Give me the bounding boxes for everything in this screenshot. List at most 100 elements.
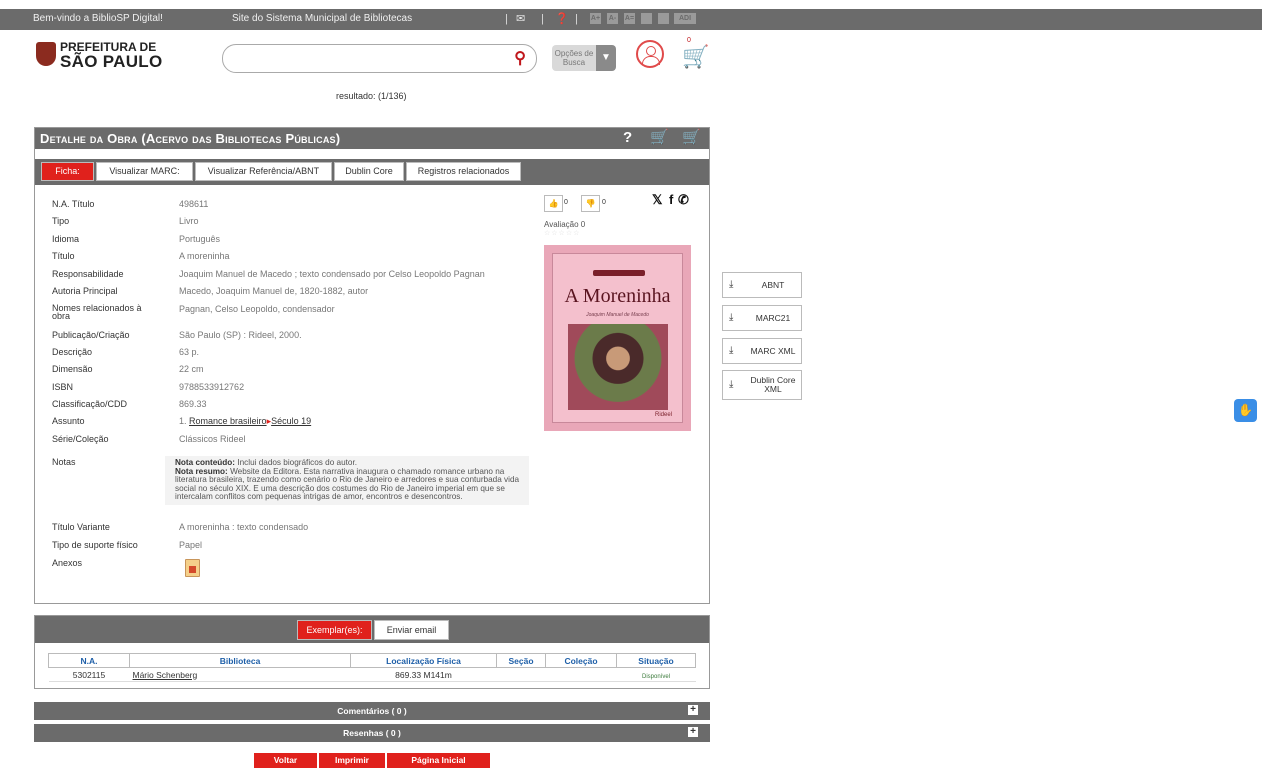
download-marc-xml-button[interactable]: ⤓ MARC XML: [722, 338, 802, 364]
mail-icon[interactable]: ✉: [516, 12, 525, 26]
chevron-down-icon: ▼: [596, 45, 616, 71]
book-cover: A Moreninha Joaquim Manuel de Macedo Rid…: [544, 245, 691, 431]
font-increase-button[interactable]: A+: [590, 13, 601, 24]
cover-author: Joaquim Manuel de Macedo: [586, 312, 649, 318]
download-icon: ⤓: [729, 379, 734, 390]
label-titulo-variante: Título Variante: [52, 522, 110, 532]
adi-button[interactable]: ADI: [674, 13, 696, 24]
search-input[interactable]: ⚲: [222, 44, 537, 73]
tab-enviar-email[interactable]: Enviar email: [374, 620, 449, 640]
label-responsabilidade: Responsabilidade: [52, 269, 124, 279]
table-header-row: N.A. Biblioteca Localização Física Seção…: [48, 653, 696, 668]
cover-title: A Moreninha: [564, 285, 671, 307]
like-count: 0: [564, 199, 568, 206]
search-options-dropdown[interactable]: Opções de Busca ▼: [552, 45, 616, 71]
tab-dublin-core[interactable]: Dublin Core: [334, 162, 404, 181]
value-na-titulo: 498611: [179, 199, 209, 209]
label-descricao: Descrição: [52, 347, 93, 357]
expand-icon[interactable]: +: [688, 727, 698, 737]
x-share-icon[interactable]: 𝕏: [652, 192, 662, 208]
value-dimensao: 22 cm: [179, 364, 204, 374]
label-classificacao: Classificação/CDD: [52, 399, 128, 409]
result-counter: resultado: (1/136): [336, 91, 407, 101]
contrast-dark-button[interactable]: [658, 13, 669, 24]
value-autoria: Macedo, Joaquim Manuel de, 1820-1882, au…: [179, 286, 369, 296]
exemplares-table: N.A. Biblioteca Localização Física Seção…: [48, 653, 696, 682]
comentarios-bar[interactable]: Comentários ( 0 ) +: [34, 702, 710, 720]
top-bar: Bem-vindo a BiblioSP Digital! Site do Si…: [0, 9, 1262, 30]
cart-icon[interactable]: 🛒: [682, 128, 701, 146]
cart-count: 0: [687, 37, 691, 44]
label-autoria: Autoria Principal: [52, 286, 118, 296]
whatsapp-share-icon[interactable]: ✆: [678, 192, 689, 208]
label-dimensao: Dimensão: [52, 364, 93, 374]
attachment-icon[interactable]: [185, 559, 200, 577]
tab-bar: Ficha: Visualizar MARC: Visualizar Refer…: [35, 159, 709, 185]
biblioteca-link[interactable]: Mário Schenberg: [133, 670, 198, 680]
dislike-count: 0: [602, 199, 606, 206]
welcome-text: Bem-vindo a BiblioSP Digital!: [33, 13, 163, 24]
voltar-button[interactable]: Voltar: [254, 753, 317, 768]
help-icon[interactable]: ?: [623, 129, 632, 146]
label-notas: Notas: [52, 457, 76, 467]
assunto-link-seculo[interactable]: Século 19: [271, 416, 311, 426]
label-suporte: Tipo de suporte físico: [52, 540, 138, 550]
tab-exemplares[interactable]: Exemplar(es):: [297, 620, 372, 640]
download-icon: ⤓: [729, 345, 734, 356]
label-anexos: Anexos: [52, 558, 83, 568]
tab-abnt[interactable]: Visualizar Referência/ABNT: [195, 162, 332, 181]
label-idioma: Idioma: [52, 234, 80, 244]
panel-title: Detalhe da Obra (Acervo das Bibliotecas …: [40, 131, 341, 146]
assunto-link-romance[interactable]: Romance brasileiro: [189, 416, 267, 426]
notes-block: Nota conteúdo: Inclui dados biográficos …: [165, 456, 529, 505]
value-descricao: 63 p.: [179, 347, 200, 357]
download-abnt-button[interactable]: ⤓ ABNT: [722, 272, 802, 298]
label-nomes-relacionados: Nomes relacionados à obra: [52, 303, 142, 321]
value-tipo: Livro: [179, 216, 199, 226]
rating-stars[interactable]: ☆☆☆☆☆: [544, 229, 580, 237]
value-nomes-relacionados: Pagnan, Celso Leopoldo, condensador: [179, 304, 335, 314]
user-account-icon[interactable]: [636, 40, 664, 68]
label-tipo: Tipo: [52, 216, 70, 226]
download-marc21-button[interactable]: ⤓ MARC21: [722, 305, 802, 331]
tab-marc[interactable]: Visualizar MARC:: [96, 162, 193, 181]
panel-header: Detalhe da Obra (Acervo das Bibliotecas …: [35, 128, 709, 149]
value-serie: Clássicos Rideel: [179, 434, 246, 444]
like-button[interactable]: 👍: [544, 195, 563, 212]
tab-ficha[interactable]: Ficha:: [41, 162, 94, 181]
search-icon[interactable]: ⚲: [514, 48, 526, 68]
label-publicacao: Publicação/Criação: [52, 330, 130, 340]
label-na-titulo: N.A. Título: [52, 199, 95, 209]
label-serie: Série/Coleção: [52, 434, 109, 444]
help-icon[interactable]: ❓: [555, 12, 569, 26]
value-publicacao: São Paulo (SP) : Rideel, 2000.: [179, 330, 302, 340]
font-reset-button[interactable]: A=: [624, 13, 635, 24]
facebook-share-icon[interactable]: f: [669, 192, 673, 207]
label-assunto: Assunto: [52, 416, 85, 426]
add-cart-icon[interactable]: 🛒: [650, 128, 669, 146]
download-icon: ⤓: [729, 279, 734, 290]
cart-icon[interactable]: 🛒: [682, 44, 709, 70]
value-isbn: 9788533912762: [179, 382, 245, 392]
tab-registros[interactable]: Registros relacionados: [406, 162, 521, 181]
value-classificacao: 869.33: [179, 399, 207, 409]
table-row: 5302115 Mário Schenberg 869.33 M141m Dis…: [48, 667, 696, 682]
download-dublin-core-xml-button[interactable]: ⤓ Dublin Core XML: [722, 370, 802, 400]
expand-icon[interactable]: +: [688, 705, 698, 715]
value-titulo-variante: A moreninha : texto condensado: [179, 522, 309, 532]
pagina-inicial-button[interactable]: Página Inicial: [387, 753, 490, 768]
rating-label: Avaliação 0: [544, 220, 586, 229]
dislike-button[interactable]: 👎: [581, 195, 600, 212]
download-icon: ⤓: [729, 312, 734, 323]
value-titulo: A moreninha: [179, 251, 230, 261]
site-link[interactable]: Site do Sistema Municipal de Bibliotecas: [232, 13, 412, 24]
cover-publisher: Rideel: [654, 412, 672, 418]
accessibility-icon[interactable]: ✋: [1234, 399, 1257, 422]
value-responsabilidade: Joaquim Manuel de Macedo ; texto condens…: [179, 269, 485, 279]
contrast-button[interactable]: [641, 13, 652, 24]
imprimir-button[interactable]: Imprimir: [319, 753, 385, 768]
font-decrease-button[interactable]: A-: [607, 13, 618, 24]
resenhas-bar[interactable]: Resenhas ( 0 ) +: [34, 724, 710, 742]
label-titulo: Título: [52, 251, 75, 261]
cover-photo: [568, 324, 668, 410]
